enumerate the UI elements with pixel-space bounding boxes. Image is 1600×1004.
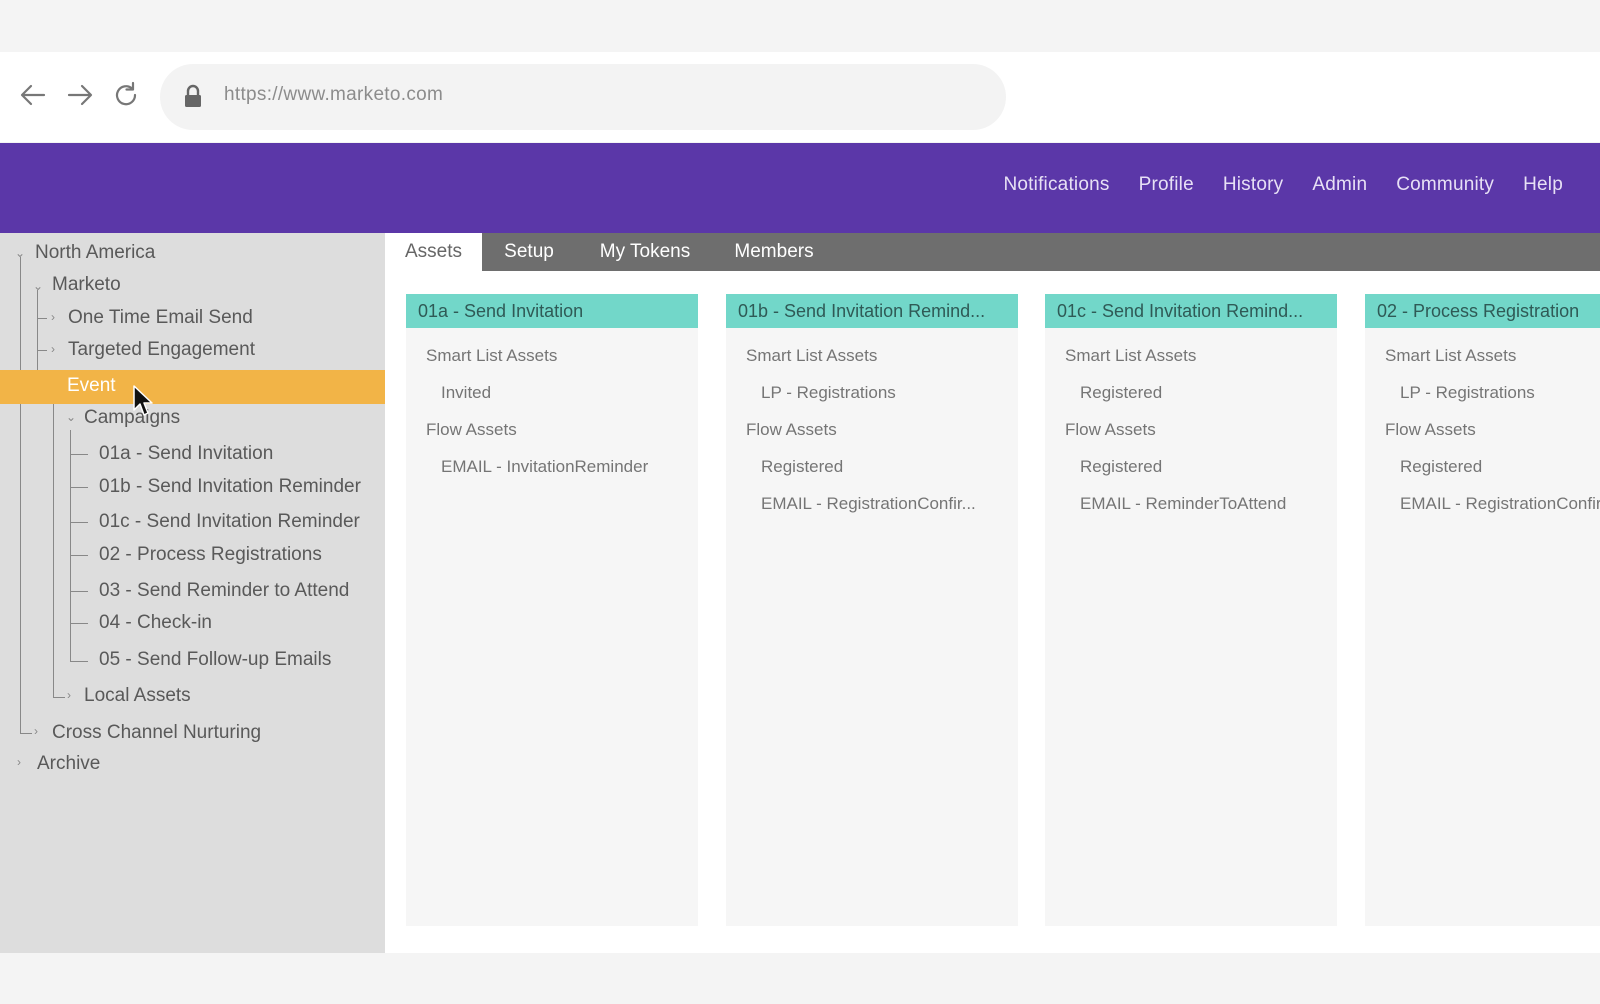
asset-link[interactable]: Registered bbox=[1080, 457, 1162, 477]
flow-assets-label: Flow Assets bbox=[746, 420, 837, 439]
tree-line bbox=[20, 257, 21, 733]
reload-icon[interactable] bbox=[109, 78, 143, 112]
flow-assets-label: Flow Assets bbox=[426, 420, 517, 439]
tree-line bbox=[70, 522, 88, 523]
campaign-card: 01a - Send Invitation Smart List Assets … bbox=[406, 294, 698, 926]
tree-item-targeted-engagement[interactable]: Targeted Engagement bbox=[68, 339, 255, 361]
chevron-down-icon[interactable]: ⌄ bbox=[33, 279, 43, 293]
asset-link[interactable]: LP - Registrations bbox=[1400, 383, 1535, 403]
bottom-strip bbox=[0, 953, 1600, 1004]
asset-link[interactable]: Registered bbox=[1400, 457, 1482, 477]
campaign-card: 01c - Send Invitation Remind... Smart Li… bbox=[1045, 294, 1337, 926]
tree-line bbox=[53, 697, 65, 698]
url-text[interactable]: https://www.marketo.com bbox=[224, 84, 443, 106]
tree-item-selected-row[interactable] bbox=[0, 370, 385, 404]
tree-line bbox=[70, 430, 71, 662]
tab-setup[interactable]: Setup bbox=[494, 233, 564, 271]
tree-item-cross-channel-nurturing[interactable]: Cross Channel Nurturing bbox=[52, 722, 261, 744]
tree-item-archive[interactable]: Archive bbox=[37, 753, 100, 775]
nav-admin[interactable]: Admin bbox=[1312, 174, 1367, 196]
nav-community[interactable]: Community bbox=[1396, 174, 1494, 196]
tree-item-north-america[interactable]: North America bbox=[35, 242, 155, 264]
tree-line bbox=[70, 623, 88, 624]
asset-link[interactable]: Registered bbox=[1080, 383, 1162, 403]
tree-item-campaign[interactable]: 03 - Send Reminder to Attend bbox=[99, 580, 349, 602]
nav-profile[interactable]: Profile bbox=[1139, 174, 1194, 196]
tree-item-campaign[interactable]: 05 - Send Follow-up Emails bbox=[99, 649, 331, 671]
tree-line bbox=[53, 404, 54, 698]
tab-my-tokens[interactable]: My Tokens bbox=[590, 233, 700, 271]
flow-assets-label: Flow Assets bbox=[1065, 420, 1156, 439]
tree-item-local-assets[interactable]: Local Assets bbox=[84, 685, 191, 707]
nav-help[interactable]: Help bbox=[1523, 174, 1563, 196]
card-title[interactable]: 01b - Send Invitation Remind... bbox=[726, 294, 1018, 328]
chevron-right-icon[interactable]: › bbox=[17, 755, 21, 769]
tree-line bbox=[37, 290, 38, 370]
mouse-cursor-icon bbox=[133, 385, 153, 416]
smart-list-label: Smart List Assets bbox=[426, 346, 558, 365]
card-title[interactable]: 01c - Send Invitation Remind... bbox=[1045, 294, 1337, 328]
campaign-card: 02 - Process Registration Smart List Ass… bbox=[1365, 294, 1600, 926]
tree-item-event[interactable]: Event bbox=[67, 375, 116, 397]
asset-link[interactable]: Invited bbox=[441, 383, 491, 403]
lock-icon bbox=[182, 84, 204, 108]
tree-item-one-time-email-send[interactable]: One Time Email Send bbox=[68, 307, 253, 329]
asset-link[interactable]: LP - Registrations bbox=[761, 383, 896, 403]
asset-link[interactable]: EMAIL - RegistrationConfir... bbox=[1400, 494, 1600, 514]
chevron-down-icon[interactable]: ⌄ bbox=[15, 246, 25, 260]
tree-line bbox=[20, 733, 32, 734]
tree-line bbox=[70, 591, 88, 592]
tab-members[interactable]: Members bbox=[727, 233, 821, 271]
tree-line bbox=[37, 318, 47, 319]
nav-history[interactable]: History bbox=[1223, 174, 1284, 196]
chevron-right-icon[interactable]: › bbox=[34, 724, 38, 738]
tab-bar bbox=[385, 233, 1600, 271]
asset-link[interactable]: Registered bbox=[761, 457, 843, 477]
smart-list-label: Smart List Assets bbox=[746, 346, 878, 365]
chevron-right-icon[interactable]: › bbox=[67, 688, 71, 702]
chevron-right-icon[interactable]: › bbox=[51, 342, 55, 356]
tree-line bbox=[70, 454, 88, 455]
tree-item-campaign[interactable]: 01a - Send Invitation bbox=[99, 443, 273, 465]
smart-list-label: Smart List Assets bbox=[1385, 346, 1517, 365]
tree-item-marketo[interactable]: Marketo bbox=[52, 274, 121, 296]
tree-line bbox=[70, 555, 88, 556]
chevron-right-icon[interactable]: › bbox=[51, 310, 55, 324]
top-nav: Notifications Profile History Admin Comm… bbox=[1003, 174, 1563, 196]
card-title[interactable]: 02 - Process Registration bbox=[1365, 294, 1600, 328]
chevron-down-icon[interactable]: ⌄ bbox=[66, 410, 76, 424]
smart-list-label: Smart List Assets bbox=[1065, 346, 1197, 365]
top-strip bbox=[0, 0, 1600, 52]
tree-line bbox=[70, 487, 88, 488]
tree-item-campaign[interactable]: 01c - Send Invitation Reminder bbox=[99, 511, 360, 533]
tab-assets[interactable]: Assets bbox=[385, 233, 482, 271]
asset-link[interactable]: EMAIL - ReminderToAttend bbox=[1080, 494, 1286, 514]
tree-line bbox=[70, 661, 88, 662]
campaign-card: 01b - Send Invitation Remind... Smart Li… bbox=[726, 294, 1018, 926]
tree-item-campaign[interactable]: 04 - Check-in bbox=[99, 612, 212, 634]
tree-item-campaign[interactable]: 01b - Send Invitation Reminder bbox=[99, 476, 361, 498]
tree-line bbox=[37, 350, 47, 351]
asset-link[interactable]: EMAIL - RegistrationConfir... bbox=[761, 494, 976, 514]
forward-arrow-icon[interactable] bbox=[63, 78, 97, 112]
back-arrow-icon[interactable] bbox=[16, 78, 50, 112]
flow-assets-label: Flow Assets bbox=[1385, 420, 1476, 439]
tree-item-campaign[interactable]: 02 - Process Registrations bbox=[99, 544, 322, 566]
nav-notifications[interactable]: Notifications bbox=[1003, 174, 1109, 196]
card-title[interactable]: 01a - Send Invitation bbox=[406, 294, 698, 328]
asset-link[interactable]: EMAIL - InvitationReminder bbox=[441, 457, 648, 477]
